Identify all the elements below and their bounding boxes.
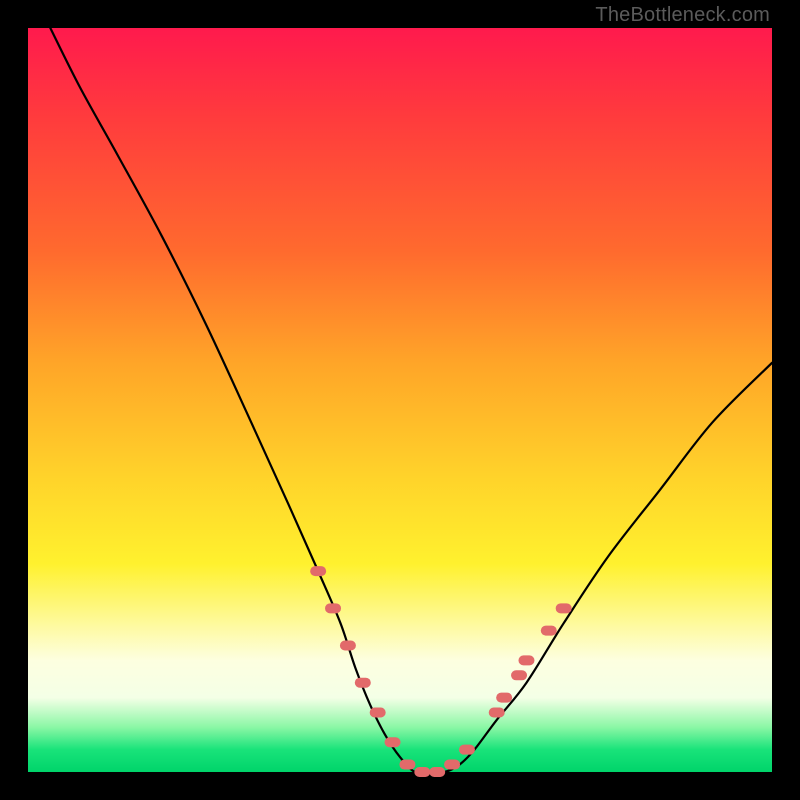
highlight-dot (489, 707, 505, 717)
highlight-dot (459, 745, 475, 755)
highlight-dot (556, 603, 572, 613)
highlight-dot (325, 603, 341, 613)
highlight-dot (414, 767, 430, 777)
highlight-dot (541, 626, 557, 636)
highlight-dot (340, 641, 356, 651)
highlight-dot (385, 737, 401, 747)
highlight-dot (511, 670, 527, 680)
plot-area (28, 28, 772, 772)
highlight-dot (355, 678, 371, 688)
highlight-dot (444, 760, 460, 770)
highlight-dot (310, 566, 326, 576)
highlight-dot (399, 760, 415, 770)
highlight-dot (429, 767, 445, 777)
highlight-dot (496, 693, 512, 703)
highlight-dots (310, 566, 572, 777)
bottleneck-curve (50, 28, 772, 773)
attribution-label: TheBottleneck.com (595, 4, 770, 27)
highlight-dot (518, 655, 534, 665)
highlight-dot (370, 707, 386, 717)
chart-frame: TheBottleneck.com (0, 0, 800, 800)
curve-svg (28, 28, 772, 772)
